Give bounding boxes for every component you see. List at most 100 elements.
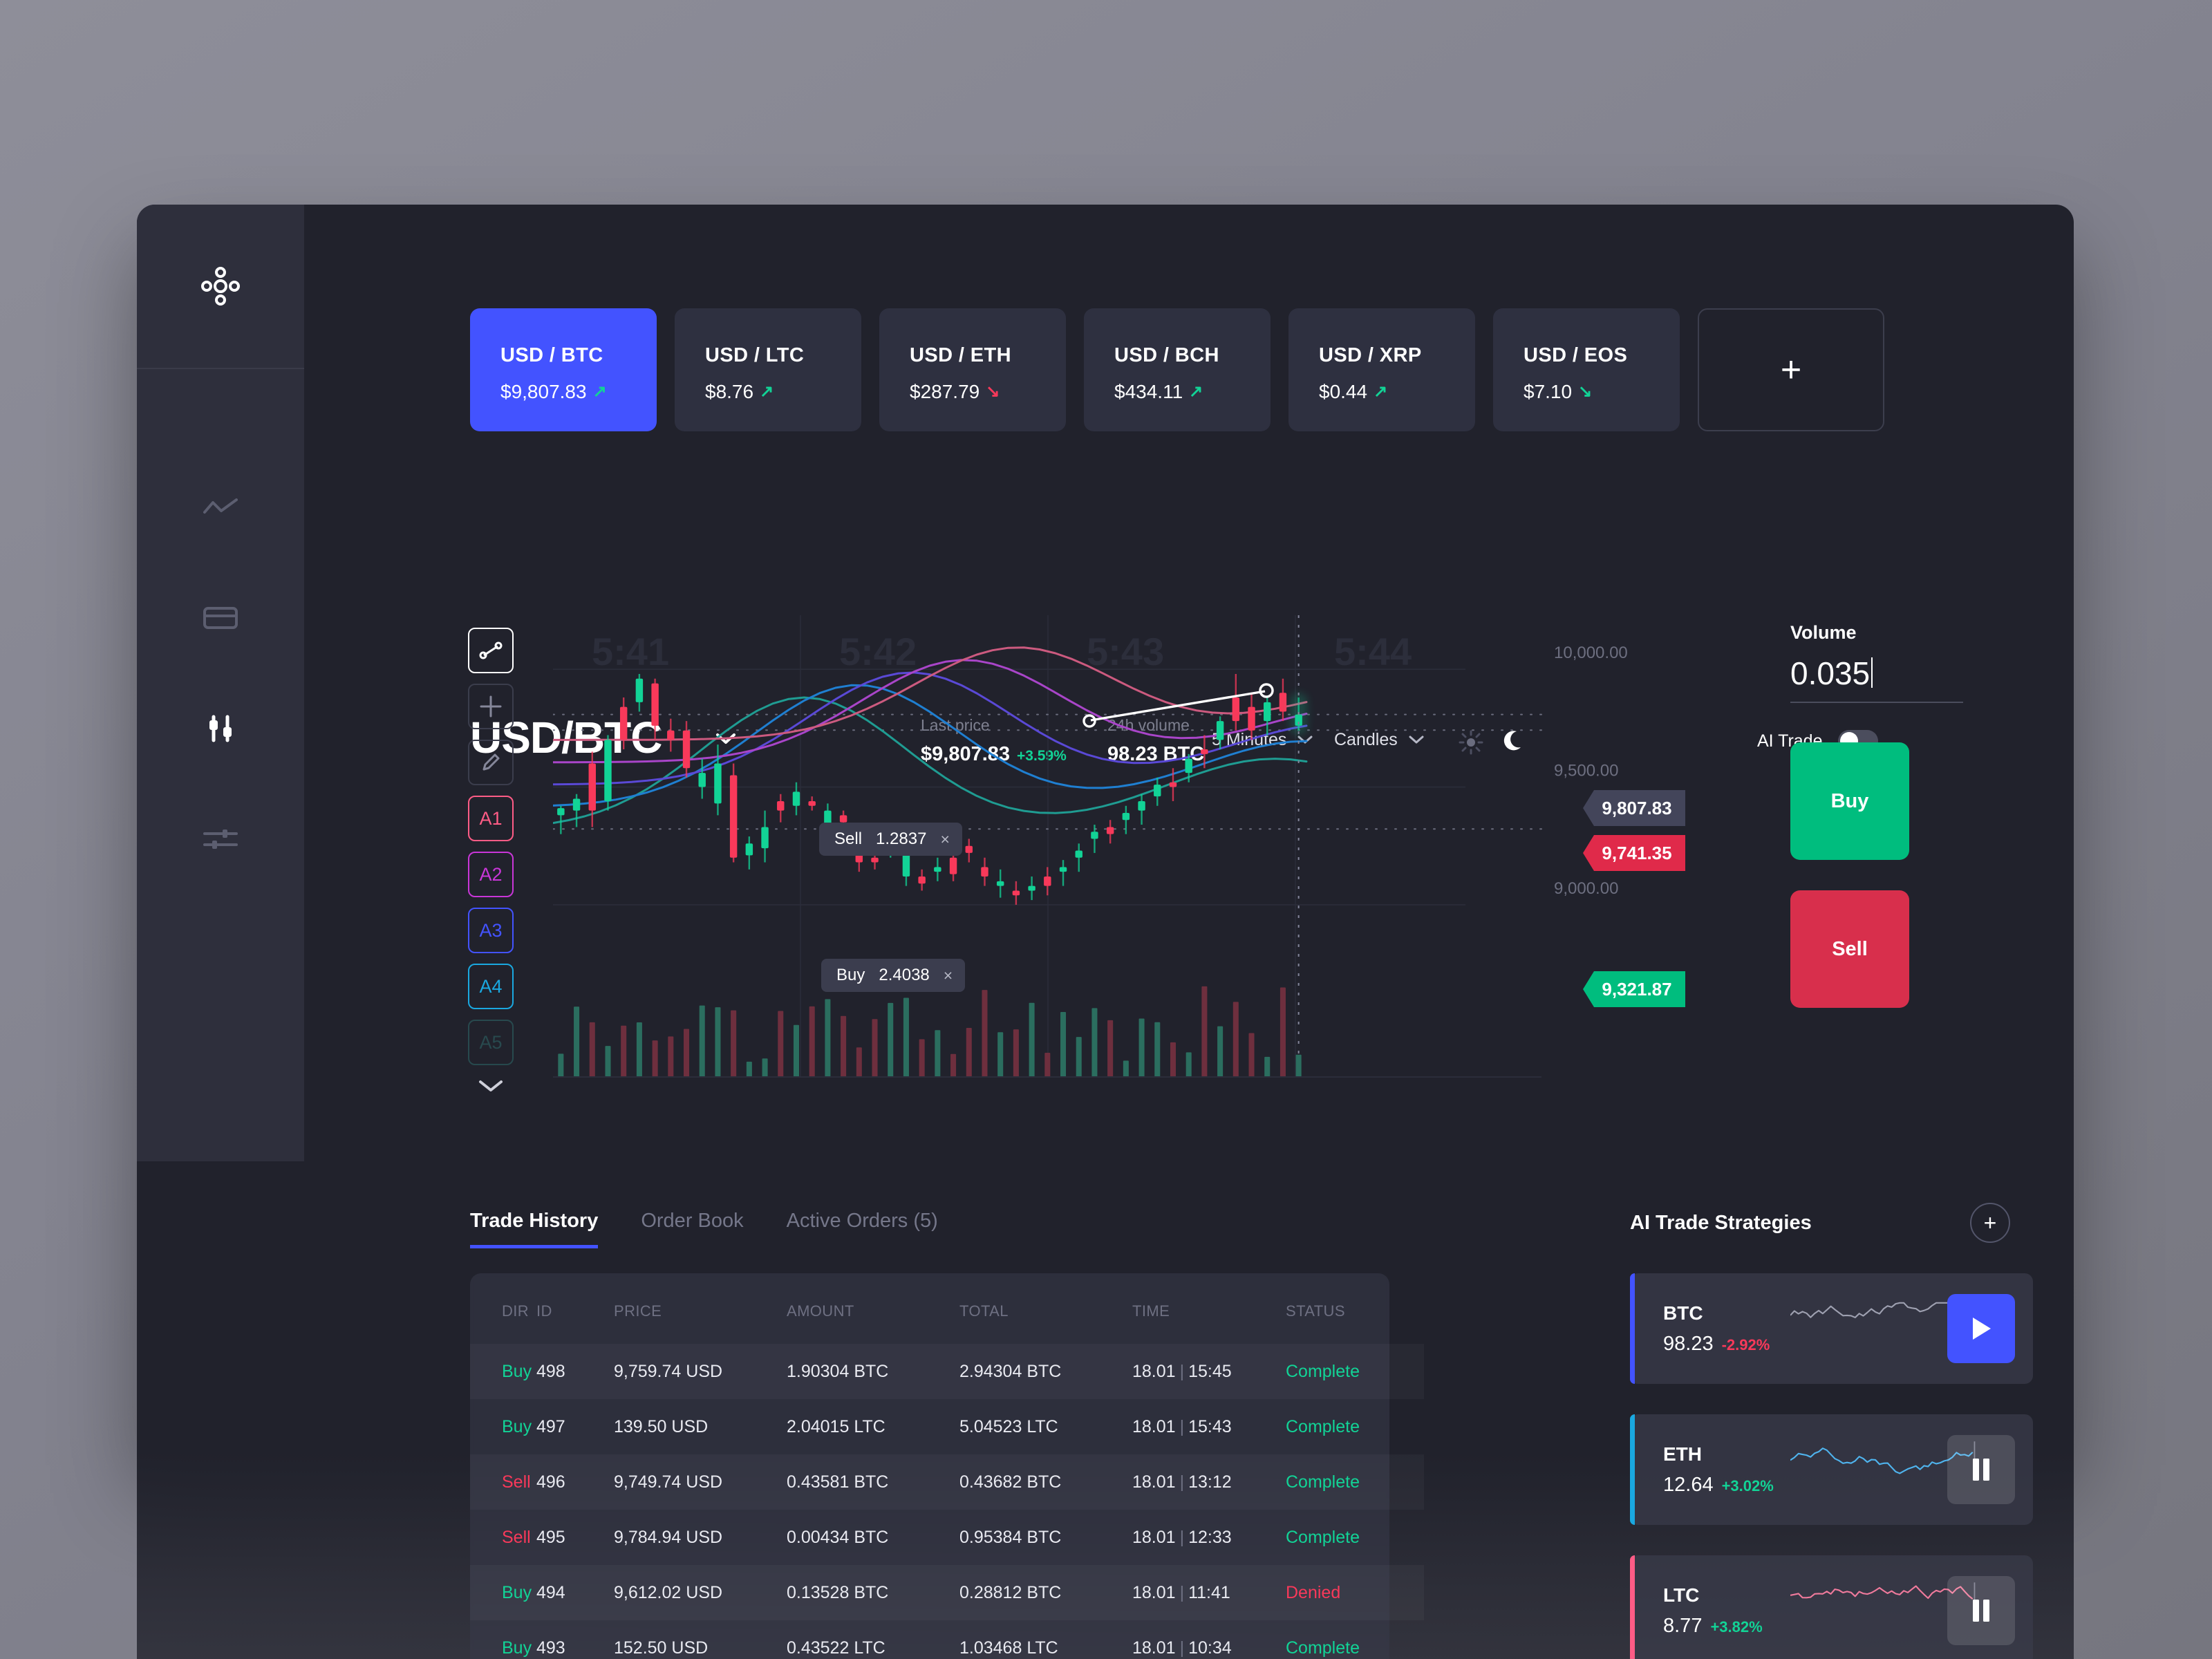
strategy-card-eth[interactable]: ETH 12.64 +3.02% (1630, 1414, 2033, 1525)
pair-card-2[interactable]: USD / ETH $287.79 ↘ (879, 308, 1066, 431)
trade-history-table: DIR ID PRICE AMOUNT TOTAL TIME STATUS Bu… (470, 1273, 1389, 1659)
sidebar-item-settings[interactable] (137, 784, 304, 894)
volume-input-label: Volume (1790, 622, 1857, 643)
trend-down-icon: ↘ (1578, 382, 1593, 401)
pair-price: $8.76 ↗ (705, 381, 774, 402)
cell-dir: Sell (502, 1472, 531, 1492)
strategy-pause-button[interactable] (1947, 1576, 2015, 1645)
pair-price: $7.10 ↘ (1524, 381, 1593, 402)
candlestick-icon (209, 715, 232, 742)
pair-name: USD / EOS (1524, 344, 1628, 366)
svg-text:9,000.00: 9,000.00 (1554, 879, 1618, 898)
cell-status: Complete (1286, 1361, 1360, 1381)
tab-trade-history[interactable]: Trade History (470, 1210, 599, 1248)
sidebar-item-chart[interactable] (137, 452, 304, 563)
table-row[interactable]: Buy 497 139.50 USD 2.04015 LTC 5.04523 LTC 18… (470, 1399, 1424, 1454)
pause-icon (1973, 1459, 1989, 1481)
buy-button[interactable]: Buy (1790, 742, 1909, 860)
cell-time: 18.01 | 15:45 (1132, 1361, 1232, 1381)
tool-a2[interactable]: A2 (468, 852, 514, 897)
tool-a4[interactable]: A4 (468, 964, 514, 1009)
cell-amount: 0.13528 BTC (787, 1582, 889, 1602)
cell-total: 2.94304 BTC (959, 1361, 1062, 1381)
tool-a3[interactable]: A3 (468, 908, 514, 953)
tool-pencil[interactable] (468, 740, 514, 785)
cell-dir: Buy (502, 1416, 532, 1436)
add-pair-button[interactable]: + (1698, 308, 1884, 431)
pair-card-1[interactable]: USD / LTC $8.76 ↗ (675, 308, 861, 431)
cell-dir: Buy (502, 1361, 532, 1381)
cell-total: 5.04523 LTC (959, 1416, 1058, 1436)
strategy-accent-bar (1630, 1414, 1635, 1525)
svg-text:9,500.00: 9,500.00 (1554, 762, 1618, 780)
tool-trendline[interactable] (468, 628, 514, 673)
cell-status: Complete (1286, 1638, 1360, 1658)
cell-price: 139.50 USD (614, 1416, 709, 1436)
strategy-info: LTC 8.77 +3.82% (1663, 1584, 1763, 1638)
ai-strategies-header: AI Trade Strategies + (1630, 1203, 2072, 1243)
close-icon[interactable]: × (940, 830, 949, 849)
col-total: TOTAL (959, 1302, 1009, 1320)
strategy-play-button[interactable] (1947, 1294, 2015, 1363)
order-side: Sell (834, 830, 863, 848)
sell-button[interactable]: Sell (1790, 890, 1909, 1008)
sidebar-item-wallet[interactable] (137, 563, 304, 673)
price-tag-last: 9,807.83 (1583, 790, 1685, 826)
table-row[interactable]: Buy 498 9,759.74 USD 1.90304 BTC 2.94304 BTC… (470, 1344, 1424, 1399)
trend-up-icon: ↗ (1189, 382, 1203, 401)
pencil-icon (482, 753, 500, 771)
close-icon[interactable]: × (944, 966, 953, 985)
table-row[interactable]: Sell 496 9,749.74 USD 0.43581 BTC 0.43682 BT… (470, 1454, 1424, 1510)
toolbar-more-button[interactable] (468, 1076, 514, 1099)
cell-amount: 1.90304 BTC (787, 1361, 889, 1381)
order-tag-sell[interactable]: Sell 1.2837 × (819, 823, 962, 856)
pair-tabs: USD / BTC $9,807.83 ↗ USD / LTC $8.76 ↗ US… (470, 308, 1884, 431)
col-price: PRICE (614, 1302, 662, 1320)
col-status: STATUS (1286, 1302, 1345, 1320)
cell-status: Complete (1286, 1472, 1360, 1492)
tool-a1[interactable]: A1 (468, 796, 514, 841)
pair-name: USD / ETH (910, 344, 1011, 366)
col-id: ID (536, 1302, 552, 1320)
tab-active-orders[interactable]: Active Orders (5) (787, 1210, 938, 1248)
strategy-pause-button[interactable] (1947, 1435, 2015, 1504)
svg-text:10,000.00: 10,000.00 (1554, 644, 1628, 662)
strategy-value: 8.77 (1663, 1614, 1703, 1637)
pair-card-0[interactable]: USD / BTC $9,807.83 ↗ (470, 308, 657, 431)
cell-id: 493 (536, 1638, 565, 1658)
strategy-card-ltc[interactable]: LTC 8.77 +3.82% (1630, 1555, 2033, 1659)
pair-card-3[interactable]: USD / BCH $434.11 ↗ (1084, 308, 1271, 431)
pair-card-5[interactable]: USD / EOS $7.10 ↘ (1493, 308, 1680, 431)
cell-status: Complete (1286, 1527, 1360, 1547)
chevron-down-icon (479, 1080, 503, 1091)
trend-down-icon: ↘ (986, 382, 1000, 401)
table-row[interactable]: Sell 495 9,784.94 USD 0.00434 BTC 0.95384 BT… (470, 1510, 1424, 1565)
sidebar-item-trading[interactable] (137, 673, 304, 784)
bottom-tabs: Trade History Order Book Active Orders (… (470, 1210, 938, 1248)
strategy-change: -2.92% (1721, 1335, 1770, 1353)
volume-input[interactable]: 0.035 (1790, 655, 1963, 703)
tool-crosshair[interactable] (468, 684, 514, 729)
pair-card-4[interactable]: USD / XRP $0.44 ↗ (1288, 308, 1475, 431)
order-tag-buy[interactable]: Buy 2.4038 × (821, 959, 966, 992)
cell-amount: 0.00434 BTC (787, 1527, 889, 1547)
card-icon (203, 607, 238, 629)
pair-name: USD / BTC (500, 344, 603, 366)
strategy-value-row: 12.64 +3.02% (1663, 1474, 1774, 1497)
strategy-change: +3.82% (1710, 1618, 1763, 1635)
ai-strategies-panel: AI Trade Strategies + BTC 98.23 -2.92% ETH 1… (1630, 1203, 2072, 1659)
add-strategy-button[interactable]: + (1970, 1203, 2010, 1243)
cell-price: 9,612.02 USD (614, 1582, 723, 1602)
col-dir: DIR (502, 1302, 529, 1320)
table-row[interactable]: Buy 494 9,612.02 USD 0.13528 BTC 0.28812 BTC… (470, 1565, 1424, 1620)
strategy-card-btc[interactable]: BTC 98.23 -2.92% (1630, 1273, 2033, 1384)
trend-up-icon: ↗ (1374, 382, 1388, 401)
col-time: TIME (1132, 1302, 1170, 1320)
tab-order-book[interactable]: Order Book (641, 1210, 743, 1248)
table-row[interactable]: Buy 493 152.50 USD 0.43522 LTC 1.03468 LTC 18… (470, 1620, 1424, 1659)
strategy-value-row: 98.23 -2.92% (1663, 1333, 1770, 1356)
pause-icon (1973, 1600, 1989, 1622)
app-logo[interactable] (137, 205, 304, 369)
tool-a5[interactable]: A5 (468, 1020, 514, 1065)
price-chart[interactable]: 5:41 5:42 5:43 5:44 10,000.00 9,500.00 9,000.0… (553, 615, 1694, 1099)
